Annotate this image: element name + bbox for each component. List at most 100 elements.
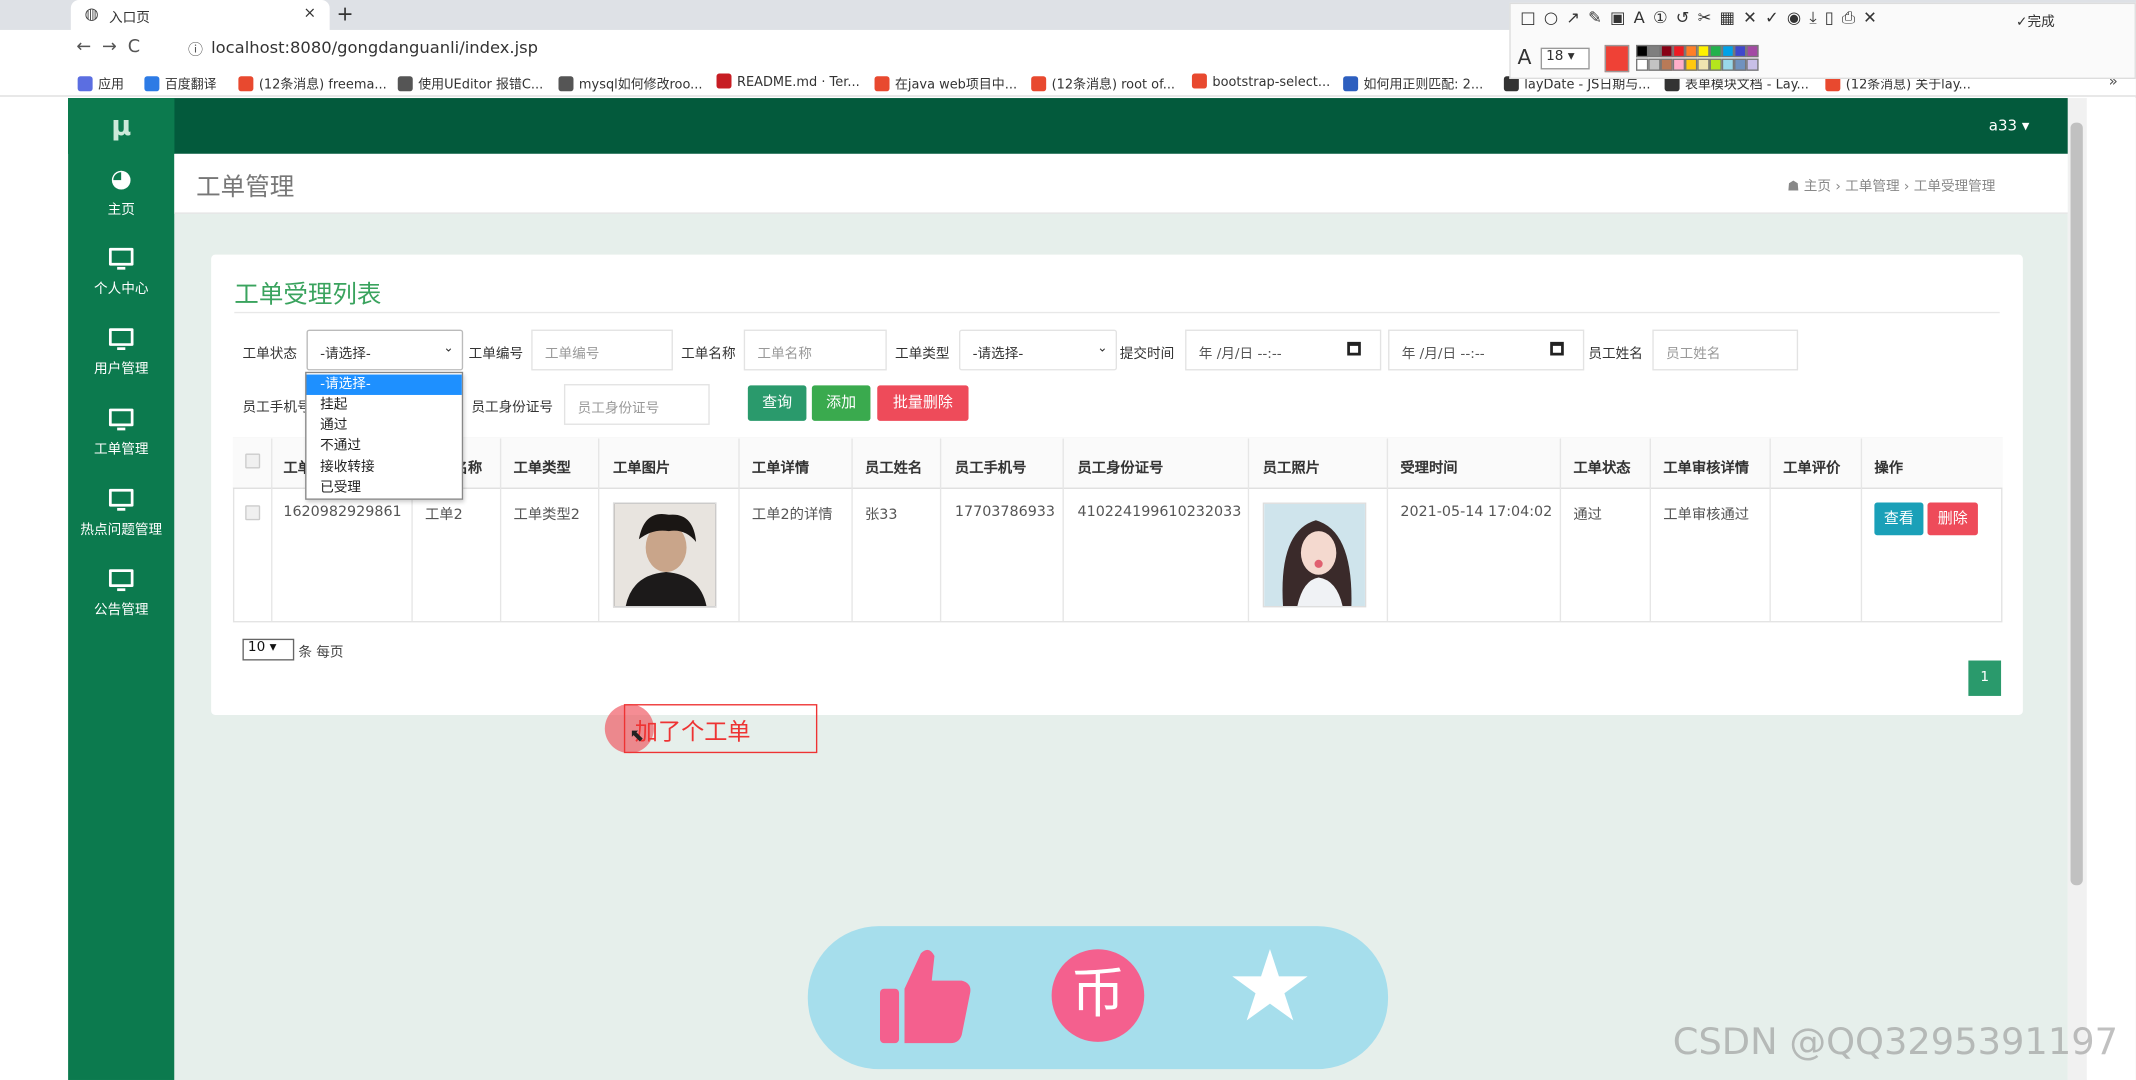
page-header: [174, 153, 2068, 214]
color-swatch[interactable]: [1746, 58, 1759, 71]
status-option[interactable]: 挂起: [306, 395, 461, 415]
color-swatch[interactable]: [1709, 58, 1722, 71]
bookmark-item[interactable]: (12条消息) root of...: [1031, 74, 1175, 93]
sidebar-item-users[interactable]: 用户管理: [68, 325, 174, 377]
coin-icon[interactable]: 币: [1051, 949, 1145, 1042]
delete-button[interactable]: 删除: [1927, 502, 1978, 536]
color-swatch[interactable]: [1734, 58, 1747, 71]
monitor-icon: [68, 245, 174, 272]
sidebar-item-announcements[interactable]: 公告管理: [68, 567, 174, 618]
color-swatch[interactable]: [1721, 58, 1735, 71]
color-swatch[interactable]: [1721, 44, 1735, 58]
color-swatch[interactable]: [1672, 58, 1686, 71]
user-menu[interactable]: a33 ▾: [1989, 117, 2030, 135]
column-divider: [271, 438, 273, 622]
browser-tab[interactable]: ◍ 入口页 ×: [70, 0, 330, 30]
bookmark-item[interactable]: 如何用正则匹配: 2...: [1343, 74, 1483, 93]
calendar-icon[interactable]: [1347, 341, 1361, 356]
name-input[interactable]: 工单名称: [743, 329, 887, 371]
bookmark-icon: [1191, 73, 1207, 89]
new-tab-button[interactable]: +: [336, 1, 353, 26]
type-label: 工单类型: [894, 347, 950, 363]
color-swatch[interactable]: [1697, 58, 1710, 71]
info-icon[interactable]: ⓘ: [188, 38, 203, 60]
bookmark-item[interactable]: (12条消息) freema...: [238, 74, 387, 93]
top-navbar: [68, 98, 2068, 154]
bookmark-item[interactable]: bootstrap-select...: [1191, 73, 1330, 90]
per-page-select[interactable]: 10 ▾: [242, 638, 295, 661]
sidebar-item-hot-issues[interactable]: 热点问题管理: [68, 486, 174, 538]
status-option[interactable]: 不通过: [306, 436, 461, 456]
mouse-cursor-icon: ⬉: [629, 725, 645, 747]
color-swatch[interactable]: [1648, 58, 1661, 71]
row-checkbox[interactable]: [245, 505, 261, 521]
type-select[interactable]: -请选择- ⌄: [958, 329, 1118, 371]
globe-icon: ◍: [84, 4, 99, 24]
breadcrumb[interactable]: ☗ 主页 › 工单管理 › 工单受理管理: [1787, 174, 1995, 195]
add-button[interactable]: 添加: [811, 385, 871, 421]
bookmark-item[interactable]: mysql如何修改roo...: [558, 74, 703, 93]
per-page-label: 条 每页: [298, 645, 344, 661]
annotation-done-button[interactable]: ✓完成: [2016, 10, 2055, 30]
color-swatch[interactable]: [1697, 44, 1710, 58]
cell-type: 工单类型2: [513, 506, 580, 523]
view-button[interactable]: 查看: [1874, 502, 1924, 536]
current-color-swatch[interactable]: [1604, 44, 1630, 73]
color-swatch[interactable]: [1685, 58, 1698, 71]
ticket-image[interactable]: [612, 502, 717, 608]
tab-close-icon[interactable]: ×: [303, 4, 316, 22]
submit-time-end[interactable]: 年 /月/日 --:--: [1388, 329, 1585, 371]
status-option[interactable]: 接收转接: [306, 458, 461, 478]
nav-buttons[interactable]: ←→C: [76, 37, 151, 57]
color-swatch[interactable]: [1734, 44, 1747, 58]
column-divider: [1649, 438, 1651, 622]
column-divider: [851, 438, 853, 622]
page-button-1[interactable]: 1: [1968, 660, 2002, 696]
sidebar-item-tickets[interactable]: 工单管理: [68, 406, 174, 458]
sidebar-item-label: 主页: [107, 202, 135, 218]
header-review-detail: 工单审核详情: [1663, 460, 1750, 477]
color-swatch[interactable]: [1636, 44, 1649, 58]
sidebar-item-home[interactable]: ◕ 主页: [68, 165, 174, 218]
color-swatch[interactable]: [1746, 44, 1759, 58]
staff-name-input[interactable]: 员工姓名: [1652, 329, 1799, 371]
color-swatch[interactable]: [1685, 44, 1698, 58]
submit-time-start[interactable]: 年 /月/日 --:--: [1185, 329, 1382, 371]
header-type: 工单类型: [513, 460, 571, 477]
query-button[interactable]: 查询: [747, 385, 807, 421]
header-staff-name: 员工姓名: [864, 460, 923, 477]
bookmark-icon: [1031, 76, 1047, 92]
annotation-text: 加了个工单: [634, 719, 751, 747]
color-swatch[interactable]: [1636, 58, 1649, 71]
url-field[interactable]: localhost:8080/gongdanguanli/index.jsp: [211, 38, 538, 57]
batch-delete-button[interactable]: 批量删除: [877, 385, 969, 421]
app-logo[interactable]: μ: [68, 98, 175, 154]
color-swatch[interactable]: [1709, 44, 1722, 58]
font-size-select[interactable]: 18 ▾: [1540, 47, 1590, 70]
code-input[interactable]: 工单编号: [531, 329, 673, 371]
select-all-checkbox[interactable]: [245, 453, 261, 469]
bookmark-icon: [874, 76, 890, 92]
color-swatch[interactable]: [1660, 44, 1673, 58]
bookmark-item[interactable]: 在java web项目中...: [874, 74, 1017, 93]
status-option[interactable]: 通过: [306, 415, 461, 435]
color-swatch[interactable]: [1648, 44, 1661, 58]
staff-photo[interactable]: [1262, 502, 1367, 608]
bookmark-item[interactable]: 百度翻译: [144, 74, 217, 93]
status-select[interactable]: -请选择- ⌄: [306, 329, 464, 371]
annotation-tool-icons[interactable]: □○↗✎▣A①↺✂▦✕✓◉⤓▯⎙✕: [1520, 8, 1885, 28]
color-swatch[interactable]: [1672, 44, 1686, 58]
scrollbar-thumb[interactable]: [2070, 122, 2083, 886]
sidebar-item-personal-center[interactable]: 个人中心: [68, 245, 174, 297]
favorite-star-icon[interactable]: ★: [1226, 932, 1314, 1041]
bookmark-item[interactable]: 使用UEditor 报错C...: [397, 74, 543, 93]
status-option[interactable]: 已受理: [306, 478, 461, 498]
bookmark-label: 百度翻译: [164, 77, 217, 93]
calendar-icon[interactable]: [1550, 341, 1564, 356]
bookmark-item[interactable]: README.md · Ter...: [716, 73, 860, 90]
color-swatch[interactable]: [1660, 58, 1673, 71]
bookmark-item[interactable]: 应用: [77, 74, 124, 93]
thumbs-up-icon[interactable]: [879, 948, 973, 1044]
status-option[interactable]: -请选择-: [306, 374, 462, 395]
id-number-input[interactable]: 员工身份证号: [563, 384, 710, 425]
